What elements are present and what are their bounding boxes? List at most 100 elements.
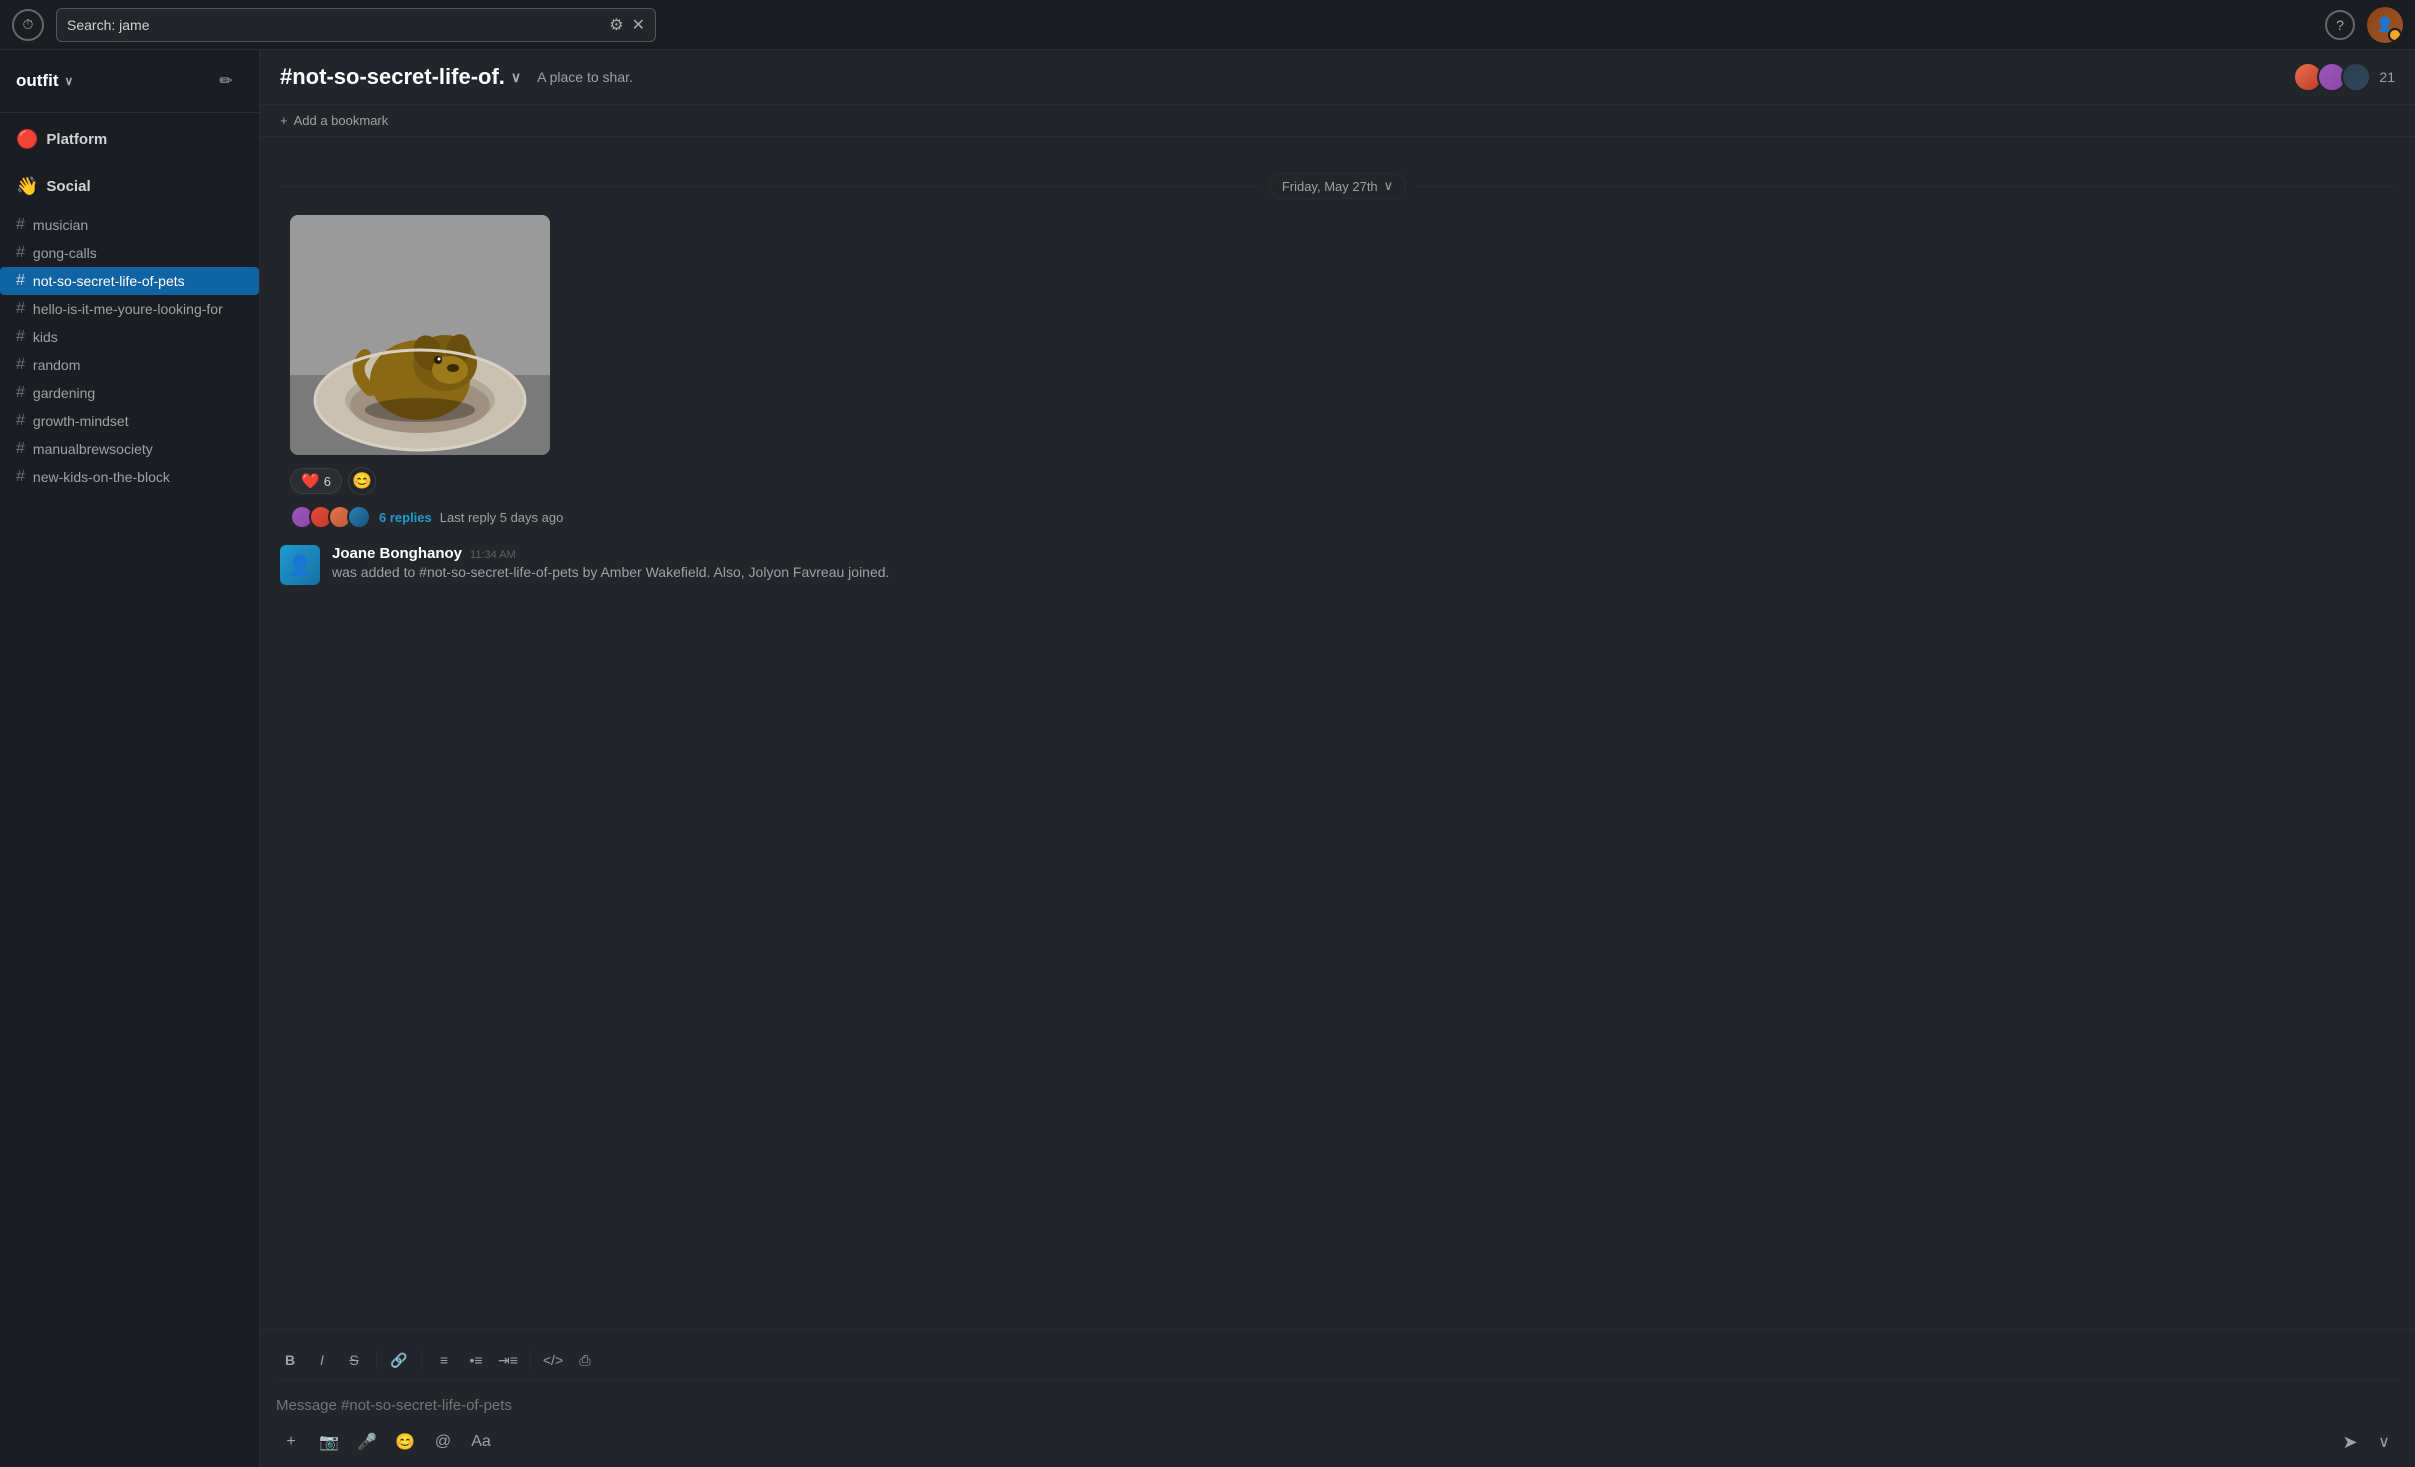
toolbar-divider-2 (421, 1350, 422, 1370)
history-icon: ⏱ (23, 16, 34, 33)
channel-name: random (33, 357, 80, 373)
history-button[interactable]: ⏱ (12, 9, 44, 41)
hash-icon: # (16, 356, 25, 374)
topbar: ⏱ ⚙ ✕ ? 👤 (0, 0, 2415, 50)
mention-button[interactable]: @ (428, 1427, 458, 1457)
system-message-text: was added to #not-so-secret-life-of-pets… (332, 564, 2395, 580)
avatar-image: 👤 (2367, 7, 2403, 43)
channel-members: 21 (2293, 62, 2395, 92)
close-search-icon[interactable]: ✕ (632, 15, 645, 35)
system-message-content: Joane Bonghanoy 11:34 AM was added to #n… (332, 545, 2395, 580)
help-button[interactable]: ? (2325, 10, 2355, 40)
user-avatar[interactable]: 👤 (2367, 7, 2403, 43)
thread-replies: 6 replies Last reply 5 days ago (290, 505, 2395, 529)
channel-name: kids (33, 329, 58, 345)
message-input[interactable] (276, 1387, 2399, 1423)
date-label[interactable]: Friday, May 27th ∨ (1269, 173, 1406, 199)
snippet-button[interactable]: ⎙ (571, 1346, 599, 1374)
ordered-list-button[interactable]: ≡ (430, 1346, 458, 1374)
content-area: #not-so-secret-life-of. ∨ A place to sha… (260, 50, 2415, 1467)
social-label: Social (46, 178, 90, 195)
replies-meta: Last reply 5 days ago (440, 510, 564, 525)
attach-button[interactable]: + (276, 1427, 306, 1457)
sidebar: outfit ∨ ✏ 🔴 Platform 👋 Social # musicia… (0, 50, 260, 1467)
pet-photo-image[interactable] (290, 215, 550, 455)
platform-icon: 🔴 (16, 129, 38, 150)
help-icon: ? (2336, 17, 2344, 33)
unordered-list-button[interactable]: •≡ (462, 1346, 490, 1374)
hash-icon: # (16, 412, 25, 430)
channel-title-text: #not-so-secret-life-of. (280, 64, 505, 90)
channel-name: growth-mindset (33, 413, 129, 429)
date-chevron-icon: ∨ (1384, 178, 1394, 194)
workspace-header[interactable]: outfit ∨ ✏ (0, 50, 259, 113)
main-layout: outfit ∨ ✏ 🔴 Platform 👋 Social # musicia… (0, 50, 2415, 1467)
sidebar-item-random[interactable]: # random (0, 351, 259, 379)
platform-section-header[interactable]: 🔴 Platform (16, 129, 243, 150)
bookmark-bar[interactable]: + Add a bookmark (260, 105, 2415, 137)
hash-icon: # (16, 300, 25, 318)
sidebar-item-new-kids-on-the-block[interactable]: # new-kids-on-the-block (0, 463, 259, 491)
sidebar-item-kids[interactable]: # kids (0, 323, 259, 351)
social-icon: 👋 (16, 176, 38, 197)
toolbar-divider-1 (376, 1350, 377, 1370)
heart-emoji: ❤️ (301, 472, 320, 490)
input-actions: + 📷 🎤 😊 @ Aa ➤ ∨ (276, 1423, 2399, 1457)
sidebar-item-gong-calls[interactable]: # gong-calls (0, 239, 259, 267)
system-avatar-icon: 👤 (288, 553, 313, 578)
channel-name: musician (33, 217, 88, 233)
hash-icon: # (16, 384, 25, 402)
workspace-chevron-icon: ∨ (64, 74, 73, 88)
sidebar-item-musician[interactable]: # musician (0, 211, 259, 239)
system-message-author: Joane Bonghanoy (332, 545, 462, 562)
bold-button[interactable]: B (276, 1346, 304, 1374)
divider-line-left (280, 186, 1259, 187)
sidebar-item-not-so-secret-life-of-pets[interactable]: # not-so-secret-life-of-pets (0, 267, 259, 295)
sidebar-item-gardening[interactable]: # gardening (0, 379, 259, 407)
video-button[interactable]: 📷 (314, 1427, 344, 1457)
sidebar-item-growth-mindset[interactable]: # growth-mindset (0, 407, 259, 435)
member-count[interactable]: 21 (2379, 69, 2395, 85)
member-avatar-3[interactable] (2341, 62, 2371, 92)
add-bookmark-label: Add a bookmark (294, 113, 389, 128)
sidebar-item-hello-is-it-me-youre-looking-for[interactable]: # hello-is-it-me-youre-looking-for (0, 295, 259, 323)
channel-name: gardening (33, 385, 95, 401)
compose-button[interactable]: ✏ (209, 64, 243, 98)
link-button[interactable]: 🔗 (385, 1346, 413, 1374)
hash-icon: # (16, 328, 25, 346)
audio-button[interactable]: 🎤 (352, 1427, 382, 1457)
indent-button[interactable]: ⇥≡ (494, 1346, 522, 1374)
strikethrough-button[interactable]: S (340, 1346, 368, 1374)
system-message-avatar: 👤 (280, 545, 320, 585)
date-text: Friday, May 27th (1282, 179, 1378, 194)
filter-icon[interactable]: ⚙ (609, 15, 623, 35)
channel-name: gong-calls (33, 245, 97, 261)
add-reaction-button[interactable]: 😊 (348, 467, 376, 495)
replies-link[interactable]: 6 replies (379, 510, 432, 525)
channel-dropdown-icon[interactable]: ∨ (511, 69, 521, 86)
social-section: 👋 Social (0, 160, 259, 207)
pet-photo-message (280, 215, 2395, 455)
hash-icon: # (16, 468, 25, 486)
messages-area: Friday, May 27th ∨ (260, 137, 2415, 1329)
add-bookmark-icon: + (280, 113, 288, 128)
sidebar-item-manualbrewsociety[interactable]: # manualbrewsociety (0, 435, 259, 463)
channel-name: hello-is-it-me-youre-looking-for (33, 301, 223, 317)
channel-description: A place to shar. (537, 69, 633, 85)
system-message-time: 11:34 AM (470, 549, 516, 561)
code-button[interactable]: </> (539, 1346, 567, 1374)
search-bar[interactable]: ⚙ ✕ (56, 8, 656, 42)
workspace-name: outfit (16, 71, 58, 91)
emoji-button[interactable]: 😊 (390, 1427, 420, 1457)
heart-reaction[interactable]: ❤️ 6 (290, 468, 342, 494)
send-button[interactable]: ➤ (2335, 1427, 2365, 1457)
system-message-header: Joane Bonghanoy 11:34 AM (332, 545, 2395, 562)
format-button[interactable]: Aa (466, 1427, 496, 1457)
social-section-header[interactable]: 👋 Social (16, 176, 243, 197)
topbar-right: ? 👤 (2325, 7, 2403, 43)
system-message: 👤 Joane Bonghanoy 11:34 AM was added to … (280, 545, 2395, 585)
hash-icon: # (16, 440, 25, 458)
italic-button[interactable]: I (308, 1346, 336, 1374)
search-input[interactable] (67, 17, 601, 33)
send-dropdown-button[interactable]: ∨ (2369, 1427, 2399, 1457)
